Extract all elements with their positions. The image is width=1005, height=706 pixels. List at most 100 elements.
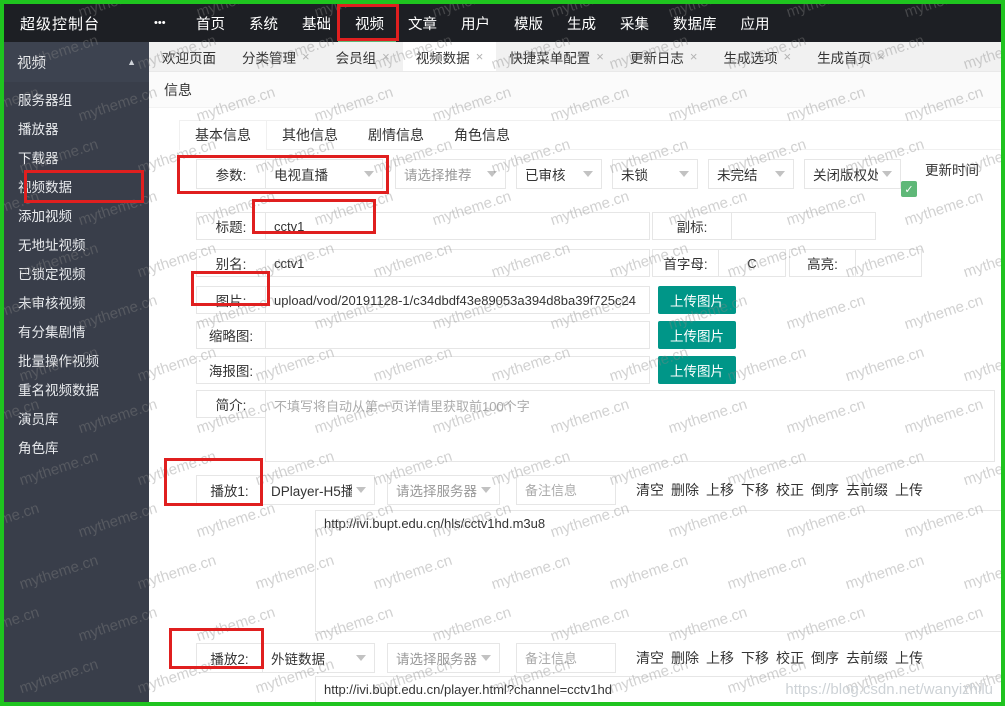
finish-select[interactable]: 未完结 — [708, 159, 794, 189]
highlight-input[interactable] — [855, 249, 922, 277]
close-icon[interactable]: × — [783, 49, 791, 64]
play2-url-textarea[interactable] — [315, 676, 1001, 702]
intro-textarea[interactable] — [265, 390, 995, 462]
type-select[interactable]: 电视直播 — [265, 159, 383, 189]
action-reverse[interactable]: 倒序 — [811, 480, 839, 500]
topbar-item-basic[interactable]: 基础 — [302, 13, 331, 34]
alias-input[interactable] — [265, 249, 650, 277]
action-reverse[interactable]: 倒序 — [811, 648, 839, 668]
sidebar-item-episode-plot[interactable]: 有分集剧情 — [4, 318, 149, 347]
close-icon[interactable]: × — [302, 49, 310, 64]
audit-select[interactable]: 已审核 — [516, 159, 602, 189]
play1-player-select[interactable]: DPlayer-H5播 — [262, 475, 375, 505]
topbar-item-article[interactable]: 文章 — [408, 13, 437, 34]
play1-note-input[interactable] — [516, 475, 616, 505]
admin-console-page: 超级控制台 ••• 首页 系统 基础 视频 文章 用户 模版 生成 采集 数据库… — [0, 0, 1005, 706]
more-menu-icon[interactable]: ••• — [154, 17, 184, 29]
play2-row: 播放2: 外链数据 请选择服务器组 清空 删除 上移 下移 — [196, 643, 1001, 673]
form-tab-other-info[interactable]: 其他信息 — [267, 121, 353, 149]
title-input[interactable] — [265, 212, 650, 240]
subtitle-input[interactable] — [731, 212, 876, 240]
action-upload[interactable]: 上传 — [895, 480, 923, 500]
tab-generate-home[interactable]: 生成首页 × — [804, 42, 898, 71]
close-icon[interactable]: × — [596, 49, 604, 64]
tab-member-group[interactable]: 会员组 × — [323, 42, 403, 71]
tab-video-data[interactable]: 视频数据 × — [402, 42, 497, 71]
topbar-item-home[interactable]: 首页 — [196, 13, 225, 34]
topbar-item-app[interactable]: 应用 — [741, 13, 770, 34]
form-tab-basic-info[interactable]: 基本信息 — [179, 121, 267, 150]
lock-select[interactable]: 未锁 — [612, 159, 698, 189]
play1-label: 播放1: — [196, 475, 263, 505]
topbar-item-database[interactable]: 数据库 — [673, 13, 717, 34]
sidebar-item-unaudited-video[interactable]: 未审核视频 — [4, 289, 149, 318]
action-clear[interactable]: 清空 — [636, 648, 664, 668]
sidebar-item-player[interactable]: 播放器 — [4, 115, 149, 144]
action-correct[interactable]: 校正 — [776, 480, 804, 500]
topbar-item-generate[interactable]: 生成 — [567, 13, 596, 34]
topbar-item-template[interactable]: 模版 — [514, 13, 543, 34]
sidebar-item-batch-video[interactable]: 批量操作视频 — [4, 347, 149, 376]
alias-label: 别名: — [196, 249, 266, 277]
topbar-item-collect[interactable]: 采集 — [620, 13, 649, 34]
checkbox-checked-icon[interactable]: ✓ — [901, 181, 917, 197]
sidebar: 视频 ▲ 服务器组 播放器 下载器 视频数据 添加视频 无地址视频 已锁定视频 … — [4, 42, 149, 702]
title-label: 标题: — [196, 212, 266, 240]
image-path-input[interactable] — [265, 286, 650, 314]
play2-note-input[interactable] — [516, 643, 616, 673]
sidebar-item-no-address-video[interactable]: 无地址视频 — [4, 231, 149, 260]
type-select-value: 电视直播 — [274, 168, 328, 183]
sidebar-item-add-video[interactable]: 添加视频 — [4, 202, 149, 231]
play1-server-select[interactable]: 请选择服务器组 — [387, 475, 500, 505]
sidebar-item-duplicate-video[interactable]: 重名视频数据 — [4, 376, 149, 405]
sidebar-item-server-group[interactable]: 服务器组 — [4, 86, 149, 115]
action-remove-prefix[interactable]: 去前缀 — [846, 480, 888, 500]
action-move-up[interactable]: 上移 — [706, 480, 734, 500]
tab-generate-options[interactable]: 生成选项 × — [710, 42, 804, 71]
poster-label: 海报图: — [196, 356, 266, 384]
sidebar-item-downloader[interactable]: 下载器 — [4, 144, 149, 173]
close-icon[interactable]: × — [476, 49, 484, 64]
play2-player-select[interactable]: 外链数据 — [262, 643, 375, 673]
tab-category-manage[interactable]: 分类管理 × — [229, 42, 323, 71]
close-icon[interactable]: × — [877, 49, 885, 64]
close-icon[interactable]: × — [690, 49, 698, 64]
tab-update-log[interactable]: 更新日志 × — [617, 42, 711, 71]
upload-poster-button[interactable]: 上传图片 — [658, 356, 736, 384]
action-move-down[interactable]: 下移 — [741, 480, 769, 500]
action-move-down[interactable]: 下移 — [741, 648, 769, 668]
upload-image-button[interactable]: 上传图片 — [658, 286, 736, 314]
close-icon[interactable]: × — [382, 49, 390, 64]
sidebar-item-locked-video[interactable]: 已锁定视频 — [4, 260, 149, 289]
tab-welcome[interactable]: 欢迎页面 — [149, 42, 229, 71]
form-tab-role-info[interactable]: 角色信息 — [439, 121, 525, 149]
title-row: 标题: 副标: — [196, 212, 1001, 240]
sidebar-item-role-library[interactable]: 角色库 — [4, 434, 149, 463]
topbar-item-system[interactable]: 系统 — [249, 13, 278, 34]
action-upload[interactable]: 上传 — [895, 648, 923, 668]
poster-path-input[interactable] — [265, 356, 650, 384]
thumb-path-input[interactable] — [265, 321, 650, 349]
topbar-item-video[interactable]: 视频 — [355, 13, 384, 34]
topbar: 超级控制台 ••• 首页 系统 基础 视频 文章 用户 模版 生成 采集 数据库… — [4, 4, 1001, 42]
recommend-select[interactable]: 请选择推荐 — [395, 159, 506, 189]
play1-url-textarea[interactable] — [315, 510, 1001, 632]
sidebar-item-video-data[interactable]: 视频数据 — [4, 173, 149, 202]
topbar-item-user[interactable]: 用户 — [461, 13, 490, 34]
tab-quick-menu-config[interactable]: 快捷菜单配置 × — [496, 42, 617, 71]
form-tab-plot-info[interactable]: 剧情信息 — [353, 121, 439, 149]
open-tabs-bar: 欢迎页面 分类管理 × 会员组 × 视频数据 × 快捷菜单配置 × 更新日志 ×… — [149, 42, 1001, 72]
initial-input[interactable] — [718, 249, 786, 277]
action-move-up[interactable]: 上移 — [706, 648, 734, 668]
sidebar-item-actor-library[interactable]: 演员库 — [4, 405, 149, 434]
action-clear[interactable]: 清空 — [636, 480, 664, 500]
action-remove-prefix[interactable]: 去前缀 — [846, 648, 888, 668]
action-delete[interactable]: 删除 — [671, 648, 699, 668]
action-delete[interactable]: 删除 — [671, 480, 699, 500]
play1-row: 播放1: DPlayer-H5播 请选择服务器组 清空 删除 上移 下移 — [196, 475, 1001, 505]
action-correct[interactable]: 校正 — [776, 648, 804, 668]
copyright-select[interactable]: 关闭版权处 — [804, 159, 901, 189]
play2-server-select[interactable]: 请选择服务器组 — [387, 643, 500, 673]
upload-thumb-button[interactable]: 上传图片 — [658, 321, 736, 349]
sidebar-group-video[interactable]: 视频 ▲ — [4, 42, 149, 82]
